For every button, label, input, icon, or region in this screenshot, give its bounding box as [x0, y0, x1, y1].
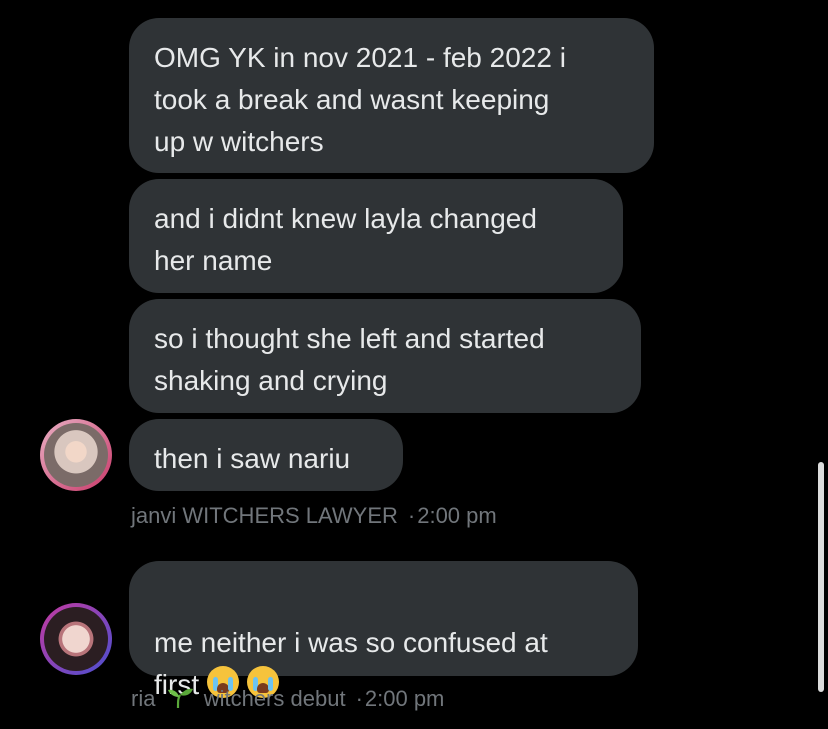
message-bubble[interactable]: OMG YK in nov 2021 - feb 2022 i took a b… [129, 18, 654, 173]
message-meta: ria witchers debut ·2:00 pm [131, 686, 444, 712]
timestamp: 2:00 pm [364, 686, 445, 711]
sender-name[interactable]: janvi WITCHERS LAWYER [131, 503, 398, 528]
timestamp: 2:00 pm [417, 503, 497, 528]
seedling-icon [167, 688, 193, 709]
separator-dot: · [355, 686, 363, 711]
profile-photo [44, 607, 108, 671]
profile-photo [44, 423, 108, 487]
avatar[interactable] [40, 603, 112, 675]
sender-name[interactable]: ria [131, 686, 155, 711]
scrollbar[interactable] [818, 462, 824, 692]
sender-bio: witchers debut [203, 686, 346, 711]
message-bubble[interactable]: then i saw nariu [129, 419, 403, 491]
message-bubble[interactable]: me neither i was so confused at first [129, 561, 638, 700]
message-meta: janvi WITCHERS LAWYER ·2:00 pm [131, 503, 497, 529]
dm-conversation: OMG YK in nov 2021 - feb 2022 i took a b… [0, 0, 828, 729]
message-bubble[interactable]: and i didnt knew layla changed her name [129, 179, 623, 293]
separator-dot: · [407, 503, 416, 528]
message-bubble[interactable]: so i thought she left and started shakin… [129, 299, 641, 413]
avatar[interactable] [40, 419, 112, 491]
